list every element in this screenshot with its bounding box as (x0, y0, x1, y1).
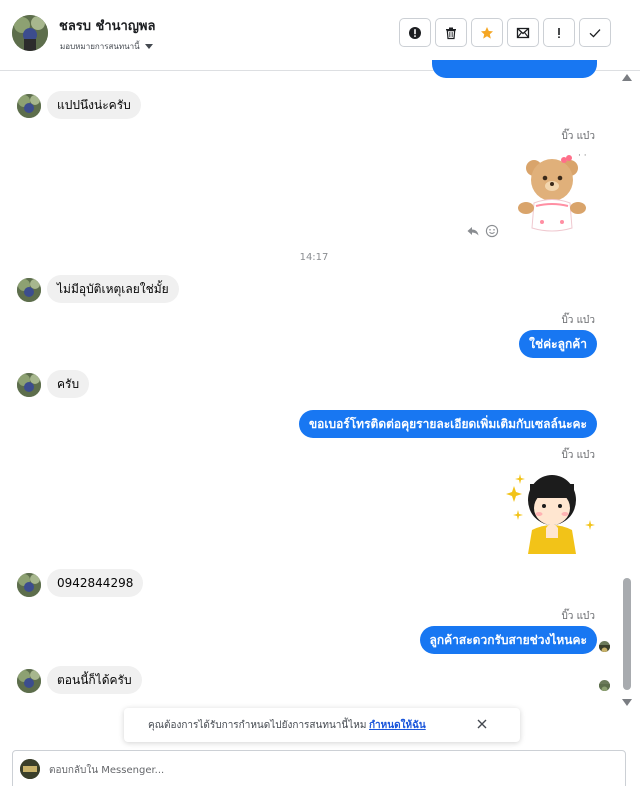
scroll-thumb[interactable] (623, 578, 631, 690)
message-bubble-outgoing-partial (432, 60, 597, 78)
message-bubble-incoming[interactable]: ตอนนี้ก็ได้ครับ (47, 666, 142, 694)
contact-avatar-small (17, 373, 41, 397)
trash-icon (446, 27, 456, 39)
page-avatar (20, 759, 40, 779)
read-receipt-avatar (599, 641, 610, 652)
alert-button[interactable] (399, 18, 431, 47)
reply-input[interactable] (49, 759, 589, 781)
caret-down-icon (144, 44, 153, 49)
timestamp-separator: 14:17 (299, 252, 329, 263)
star-icon (481, 26, 493, 39)
message-bubble-incoming[interactable]: ครับ (47, 370, 90, 398)
girl-sticker[interactable] (506, 468, 596, 554)
assign-notice: คุณต้องการได้รับการกำหนดไปยังการสนทนานี้… (124, 708, 520, 742)
contact-avatar-small (17, 573, 41, 597)
message-scrollbar[interactable] (622, 72, 632, 708)
sender-name: บิ๊ว แบ๋ว (561, 131, 595, 142)
svg-text:· ·: · · (578, 151, 587, 161)
star-button[interactable] (471, 18, 503, 47)
spam-button[interactable] (543, 18, 575, 47)
contact-avatar[interactable] (12, 15, 48, 51)
assign-label: มอบหมายการสนทนานี้ (60, 42, 140, 51)
sender-name: บิ๊ว แบ๋ว (561, 315, 595, 326)
conversation-view: ชลรบ ชำนาญพล มอบหมายการสนทนานี้ แปปนึงน่… (0, 0, 640, 786)
message-bubble-outgoing[interactable]: ใช่ค่ะลูกค้า (519, 330, 597, 358)
contact-avatar-small (17, 669, 41, 693)
reply-icon[interactable] (466, 223, 480, 237)
check-icon (589, 28, 601, 38)
contact-avatar-small (17, 278, 41, 302)
message-bubble-incoming[interactable]: 0942844298 (47, 569, 144, 597)
notice-text: คุณต้องการได้รับการกำหนดไปยังการสนทนานี้… (148, 720, 367, 731)
message-bubble-incoming[interactable]: ไม่มีอุบัติเหตุเลยใช่มั้ย (47, 275, 179, 303)
message-bubble-outgoing[interactable]: ขอเบอร์โทรติดต่อคุยรายละเอียดเพิ่มเติมกั… (298, 410, 597, 438)
contact-name: ชลรบ ชำนาญพล (59, 19, 156, 34)
scroll-down-arrow-icon[interactable] (622, 699, 632, 706)
sender-name: บิ๊ว แบ๋ว (561, 450, 595, 461)
bear-sticker[interactable]: · · (512, 148, 594, 236)
alert-circle-icon (409, 26, 421, 39)
assign-to-me-link[interactable]: กำหนดให้ฉัน (369, 718, 426, 733)
contact-avatar-small (17, 94, 41, 118)
message-bubble-outgoing[interactable]: ลูกค้าสะดวกรับสายช่วงไหนคะ (419, 626, 597, 654)
react-icon[interactable] (485, 223, 499, 238)
sender-name: บิ๊ว แบ๋ว (561, 611, 595, 622)
message-bubble-incoming[interactable]: แปปนึงน่ะครับ (47, 91, 141, 119)
mark-unread-icon (516, 27, 530, 38)
scroll-up-arrow-icon[interactable] (622, 74, 632, 81)
close-icon[interactable] (474, 716, 490, 732)
mark-done-button[interactable] (579, 18, 611, 47)
delete-button[interactable] (435, 18, 467, 47)
reply-composer (12, 750, 626, 786)
exclamation-icon (558, 27, 560, 38)
mark-unread-button[interactable] (507, 18, 539, 47)
read-receipt-avatar (599, 680, 610, 691)
assign-dropdown[interactable]: มอบหมายการสนทนานี้ (60, 40, 153, 53)
